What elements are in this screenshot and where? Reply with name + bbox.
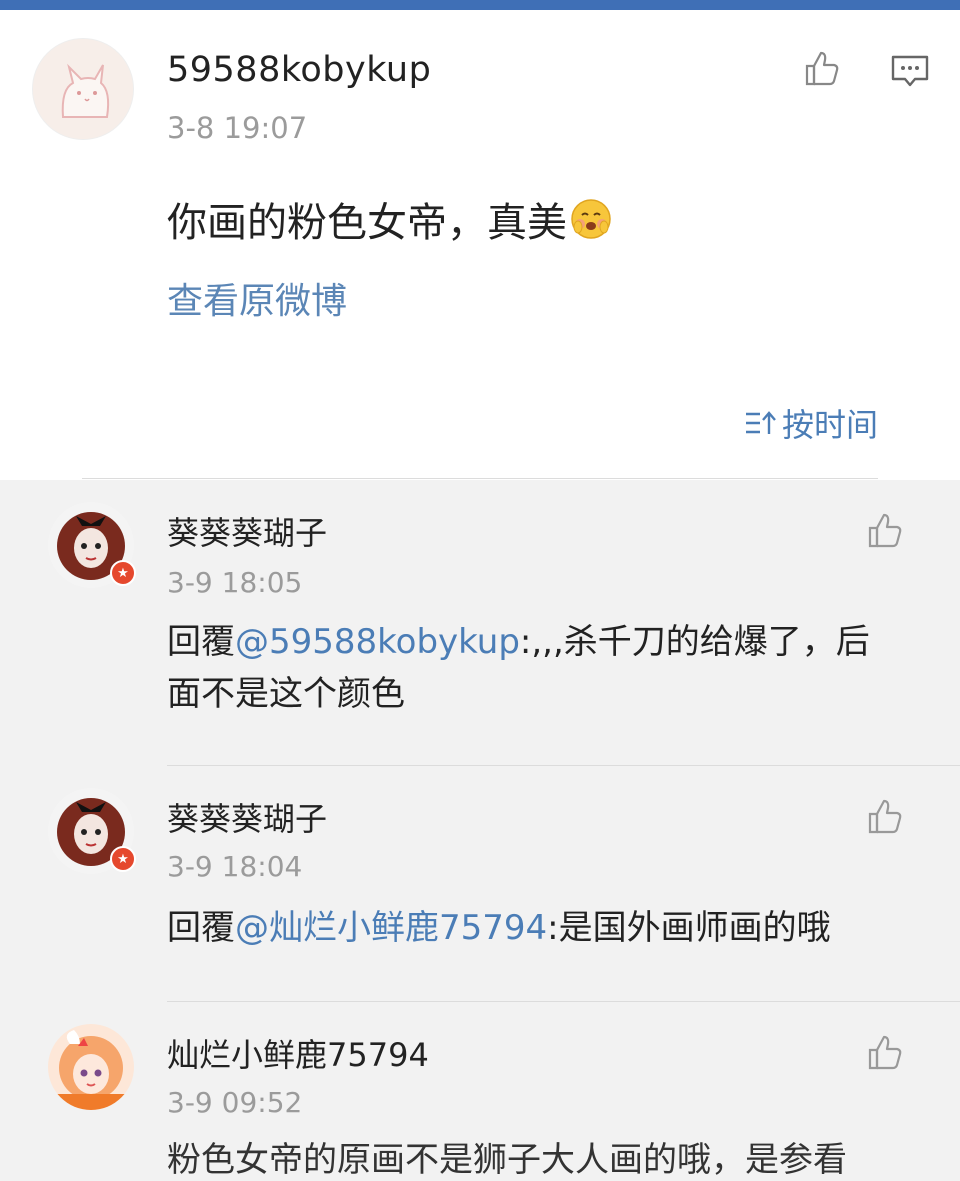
mention-link[interactable]: @59588kobykup [235,622,520,662]
thumbs-up-icon[interactable] [803,48,843,88]
avatar[interactable]: ★ [48,788,136,874]
verified-badge-icon: ★ [110,560,136,586]
sort-by-time-button[interactable]: 按时间 [744,400,878,446]
comment-body: 你画的粉色女帝，真美 [167,200,567,246]
smiling-face-emoji-icon [571,199,611,239]
reply-text: 粉色女帝的原画不是狮子大人画的哦，是参看 [167,1140,847,1180]
sort-icon [745,411,776,434]
mention-link[interactable]: @灿烂小鲜鹿75794 [235,908,547,948]
thumbs-up-icon[interactable] [866,510,906,550]
avatar[interactable] [48,1024,134,1110]
divider [167,1001,960,1002]
timestamp: 3-9 18:04 [167,850,303,883]
divider [82,478,878,479]
sort-label: 按时间 [781,406,878,444]
thumbs-up-icon[interactable] [866,796,906,836]
timestamp: 3-9 09:52 [167,1086,303,1119]
timestamp: 3-8 19:07 [167,111,308,145]
top-status-bar [0,0,960,10]
username[interactable]: 葵葵葵瑚子 [167,508,327,554]
reply-prefix: 回覆 [167,622,235,662]
verified-badge-icon: ★ [110,846,136,872]
username[interactable]: 灿烂小鲜鹿75794 [167,1030,429,1076]
reply-prefix: 回覆 [167,908,235,948]
reply-body: :是国外画师画的哦 [547,908,831,948]
view-original-post-link[interactable]: 查看原微博 [167,272,347,324]
timestamp: 3-9 18:05 [167,566,303,599]
divider [167,765,960,766]
avatar[interactable]: ★ [48,502,136,588]
comment-text: 你画的粉色女帝，真美 [167,190,613,248]
reply-text: 回覆@灿烂小鲜鹿75794:是国外画师画的哦 [167,902,890,954]
thumbs-up-icon[interactable] [866,1032,906,1072]
main-comment: 59588kobykup 3-8 19:07 你画的粉色女帝，真美 查看原微博 … [0,10,960,480]
comment-icon[interactable] [890,54,930,90]
reply-text: 回覆@59588kobykup:,,,杀千刀的给爆了，后面不是这个颜色 [167,616,890,720]
cat-avatar-icon [33,39,133,139]
avatar[interactable] [32,38,134,140]
username[interactable]: 59588kobykup [167,50,431,90]
username[interactable]: 葵葵葵瑚子 [167,794,327,840]
anime-girl-avatar-icon [48,1024,134,1110]
